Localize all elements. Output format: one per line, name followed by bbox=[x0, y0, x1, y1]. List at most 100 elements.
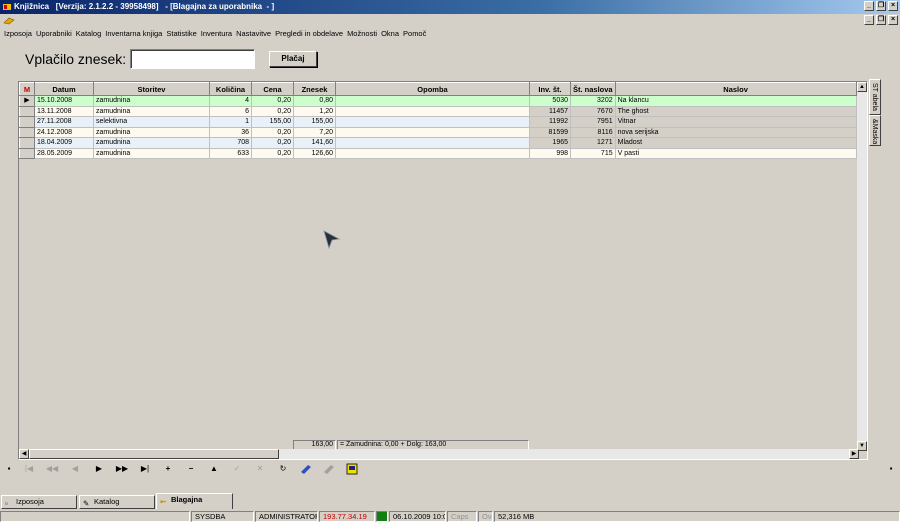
col-cena[interactable]: Cena bbox=[251, 82, 294, 96]
cell-znesek[interactable]: 0,80 bbox=[293, 95, 336, 107]
cell-datum[interactable]: 15.10.2008 bbox=[34, 95, 94, 107]
minimize-button[interactable]: _ bbox=[864, 1, 874, 11]
nav-next-icon[interactable]: ▶ bbox=[92, 463, 106, 475]
cell-znesek[interactable]: 126,60 bbox=[293, 148, 336, 159]
cell-st-naslova[interactable]: 1271 bbox=[570, 137, 616, 149]
cell-opomba[interactable] bbox=[335, 116, 530, 128]
cell-cena[interactable]: 0,20 bbox=[251, 137, 294, 149]
tab-katalog[interactable]: ✎ Katalog bbox=[79, 495, 155, 509]
payment-amount-input[interactable] bbox=[130, 49, 255, 69]
nav-filter-icon[interactable] bbox=[345, 463, 359, 475]
scroll-right-icon[interactable]: ▶ bbox=[849, 449, 859, 459]
cell-st-naslova[interactable]: 8116 bbox=[570, 127, 616, 138]
menu-nastavitve[interactable]: Nastavitve bbox=[234, 27, 273, 41]
col-kolicina[interactable]: Količina bbox=[209, 82, 252, 96]
scroll-left-icon[interactable]: ◀ bbox=[19, 449, 29, 459]
col-znesek[interactable]: Znesek bbox=[293, 82, 336, 96]
col-naslov[interactable]: Naslov bbox=[614, 82, 857, 96]
cell-naslov[interactable]: V pasti bbox=[615, 148, 857, 159]
cell-cena[interactable]: 0,20 bbox=[251, 127, 294, 138]
cell-storitev[interactable]: zamudnina bbox=[93, 127, 210, 138]
col-storitev[interactable]: Storitev bbox=[93, 82, 210, 96]
cell-datum[interactable]: 13.11.2008 bbox=[34, 106, 94, 117]
cell-cena[interactable]: 0,20 bbox=[251, 148, 294, 159]
side-tab-tabela[interactable]: ST abela bbox=[869, 79, 881, 115]
table-row[interactable]: 27.11.2008 selektivna 1 155,00 155,00 11… bbox=[19, 116, 857, 128]
cell-opomba[interactable] bbox=[335, 106, 530, 117]
cell-datum[interactable]: 28.05.2009 bbox=[34, 148, 94, 159]
table-row[interactable]: 13.11.2008 zamudnina 6 0,20 1,20 11457 7… bbox=[19, 105, 857, 117]
cell-storitev[interactable]: selektivna bbox=[93, 116, 210, 128]
cell-storitev[interactable]: zamudnina bbox=[93, 95, 210, 107]
vertical-scrollbar[interactable]: ▲ ▼ bbox=[857, 82, 867, 451]
menu-inventarna-knjiga[interactable]: Inventarna knjiga bbox=[103, 27, 164, 41]
cell-cena[interactable]: 0,20 bbox=[251, 95, 294, 107]
nav-post-icon[interactable]: ✓ bbox=[230, 463, 244, 475]
cell-naslov[interactable]: nova serijska bbox=[615, 127, 857, 138]
navigator-settings-icon[interactable]: ▪ bbox=[884, 463, 898, 475]
tab-blagajna[interactable]: ➸ Blagajna bbox=[156, 493, 233, 509]
cell-st-naslova[interactable]: 3202 bbox=[570, 95, 616, 107]
horizontal-scroll-thumb[interactable] bbox=[29, 449, 279, 459]
menu-uporabniki[interactable]: Uporabniki bbox=[34, 27, 74, 41]
nav-prior-page-icon[interactable]: ◀◀ bbox=[45, 463, 59, 475]
cell-inv[interactable]: 11457 bbox=[529, 106, 571, 117]
nav-delete-icon[interactable]: − bbox=[184, 463, 198, 475]
restore-button[interactable]: ❐ bbox=[876, 1, 886, 11]
cell-naslov[interactable]: The ghost bbox=[615, 106, 857, 117]
cell-st-naslova[interactable]: 715 bbox=[570, 148, 616, 159]
mdi-minimize-button[interactable]: _ bbox=[864, 15, 874, 25]
table-row[interactable]: ▶ 15.10.2008 zamudnina 4 0,20 0,80 5030 … bbox=[19, 95, 857, 107]
cell-kolicina[interactable]: 4 bbox=[209, 95, 252, 107]
side-tab-maska[interactable]: &Maska bbox=[869, 115, 881, 146]
cell-kolicina[interactable]: 1 bbox=[209, 116, 252, 128]
cell-opomba[interactable] bbox=[335, 148, 530, 159]
nav-cancel-icon[interactable]: ✕ bbox=[253, 463, 267, 475]
cell-datum[interactable]: 24.12.2008 bbox=[34, 127, 94, 138]
col-inv-st[interactable]: Inv. št. bbox=[529, 82, 571, 96]
col-st-naslova[interactable]: Št. naslova bbox=[570, 82, 616, 96]
horizontal-scrollbar[interactable]: ◀ ▶ bbox=[19, 449, 859, 459]
cell-opomba[interactable] bbox=[335, 95, 530, 107]
cell-opomba[interactable] bbox=[335, 127, 530, 138]
cell-inv[interactable]: 1965 bbox=[529, 137, 571, 149]
cell-datum[interactable]: 27.11.2008 bbox=[34, 116, 94, 128]
cell-inv[interactable]: 81599 bbox=[529, 127, 571, 138]
table-row[interactable]: 24.12.2008 zamudnina 36 0,20 7,20 81599 … bbox=[19, 126, 857, 138]
cell-storitev[interactable]: zamudnina bbox=[93, 137, 210, 149]
mdi-close-button[interactable]: × bbox=[888, 15, 898, 25]
nav-bookmark-icon[interactable] bbox=[299, 463, 313, 475]
cell-inv[interactable]: 11992 bbox=[529, 116, 571, 128]
cell-st-naslova[interactable]: 7951 bbox=[570, 116, 616, 128]
nav-prior-icon[interactable]: ◀ bbox=[68, 463, 82, 475]
col-opomba[interactable]: Opomba bbox=[335, 82, 530, 96]
menu-inventura[interactable]: Inventura bbox=[199, 27, 234, 41]
nav-last-icon[interactable]: ▶| bbox=[138, 463, 152, 475]
pay-button[interactable]: Plačaj bbox=[269, 51, 317, 67]
cell-kolicina[interactable]: 708 bbox=[209, 137, 252, 149]
cell-kolicina[interactable]: 6 bbox=[209, 106, 252, 117]
cell-opomba[interactable] bbox=[335, 137, 530, 149]
cell-st-naslova[interactable]: 7670 bbox=[570, 106, 616, 117]
cell-naslov[interactable]: Mladost bbox=[615, 137, 857, 149]
nav-next-page-icon[interactable]: ▶▶ bbox=[115, 463, 129, 475]
cell-naslov[interactable]: Vitnar bbox=[615, 116, 857, 128]
cell-storitev[interactable]: zamudnina bbox=[93, 148, 210, 159]
cell-znesek[interactable]: 155,00 bbox=[293, 116, 336, 128]
close-button[interactable]: × bbox=[888, 1, 898, 11]
nav-insert-icon[interactable]: + bbox=[161, 463, 175, 475]
nav-edit-icon[interactable]: ▲ bbox=[207, 463, 221, 475]
table-row[interactable]: 18.04.2009 zamudnina 708 0,20 141,60 196… bbox=[19, 137, 857, 149]
nav-goto-bookmark-icon[interactable] bbox=[322, 463, 336, 475]
menu-katalog[interactable]: Katalog bbox=[74, 27, 103, 41]
cell-inv[interactable]: 5030 bbox=[529, 95, 571, 107]
tab-izposoja[interactable]: ▫ Izposoja bbox=[1, 495, 77, 509]
cell-kolicina[interactable]: 36 bbox=[209, 127, 252, 138]
cell-naslov[interactable]: Na klancu bbox=[615, 95, 857, 107]
cell-datum[interactable]: 18.04.2009 bbox=[34, 137, 94, 149]
menu-pregledi[interactable]: Pregledi in obdelave bbox=[273, 27, 345, 41]
grid-options-icon[interactable]: ▪ bbox=[2, 463, 16, 475]
mdi-restore-button[interactable]: ❐ bbox=[876, 15, 886, 25]
menu-moznosti[interactable]: Možnosti bbox=[345, 27, 379, 41]
menu-statistike[interactable]: Statistike bbox=[164, 27, 198, 41]
